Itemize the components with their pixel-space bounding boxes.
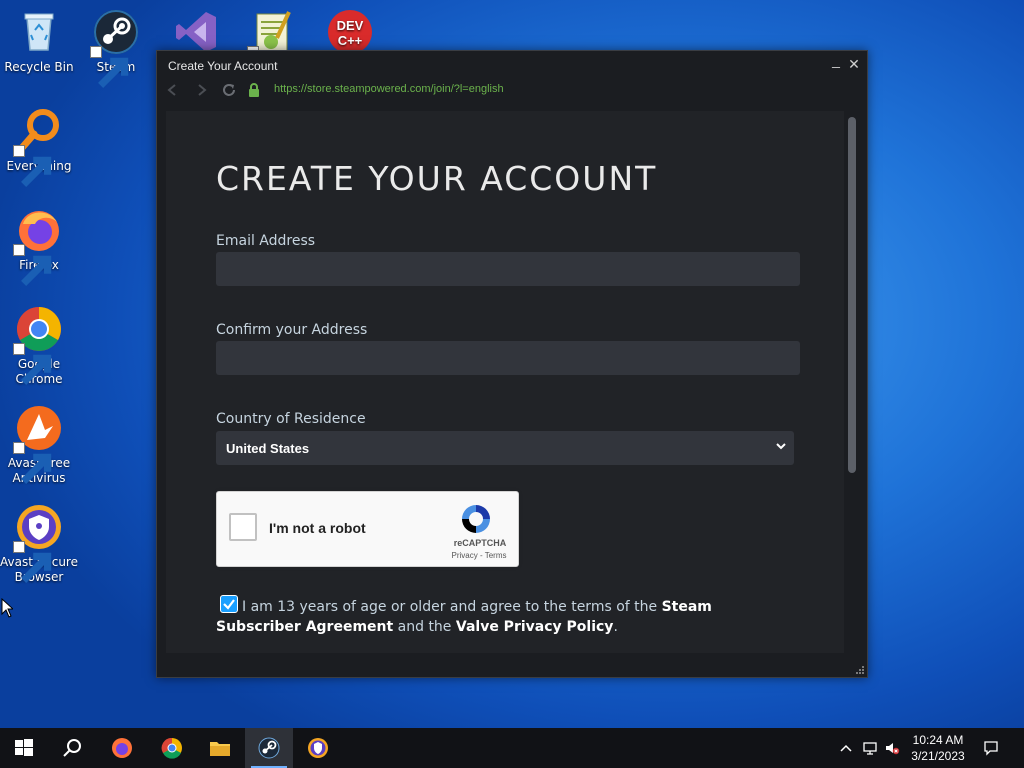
country-select-value: United States xyxy=(226,441,310,456)
folder-icon xyxy=(210,742,230,756)
search-button[interactable] xyxy=(48,728,96,768)
taskbar-firefox[interactable] xyxy=(98,728,146,768)
forward-arrow-icon[interactable] xyxy=(193,81,211,99)
avast-secure-browser-icon xyxy=(13,503,63,583)
country-select[interactable]: United States xyxy=(216,431,794,465)
confirm-email-label: Confirm your Address xyxy=(216,322,368,338)
age-agreement-text: I am 13 years of age or older and agree … xyxy=(216,597,776,637)
avast-secure-browser-icon xyxy=(308,738,328,758)
desktop-icon-avast-antivirus[interactable]: Avast Free Antivirus xyxy=(0,404,78,486)
recaptcha-label: I'm not a robot xyxy=(269,520,366,536)
shortcut-arrow-icon xyxy=(13,442,52,484)
scrollbar-thumb[interactable] xyxy=(848,117,856,473)
chrome-icon xyxy=(13,305,63,385)
back-arrow-icon[interactable] xyxy=(163,81,181,99)
taskbar-clock[interactable]: 10:24 AM 3/21/2023 xyxy=(903,732,973,764)
page-title: CREATE YOUR ACCOUNT xyxy=(216,159,658,198)
taskbar-chrome[interactable] xyxy=(148,728,196,768)
lock-icon xyxy=(245,81,263,99)
recaptcha-privacy-terms-link[interactable]: Privacy - Terms xyxy=(439,551,519,560)
desktop-icon-google-chrome[interactable]: Google Chrome xyxy=(0,305,78,387)
shortcut-arrow-icon xyxy=(13,541,52,583)
taskbar-avast-browser[interactable] xyxy=(294,728,342,768)
shortcut-arrow-icon xyxy=(13,145,52,187)
firefox-icon xyxy=(13,206,63,286)
email-label: Email Address xyxy=(216,233,316,249)
reload-icon[interactable] xyxy=(220,81,238,99)
taskbar: 10:24 AM 3/21/2023 xyxy=(0,728,1024,768)
desktop-icon-avast-browser[interactable]: Avast Secure Browser xyxy=(0,503,78,585)
page-content: CREATE YOUR ACCOUNT Email Address Confir… xyxy=(166,111,844,653)
svg-text:DEV: DEV xyxy=(337,18,364,33)
everything-search-icon xyxy=(13,107,63,187)
desktop-icon-label: Recycle Bin xyxy=(4,60,74,74)
chevron-up-icon[interactable] xyxy=(838,740,854,756)
steam-icon xyxy=(90,8,140,88)
browser-navbar: https://store.steampowered.com/join/?l=e… xyxy=(157,79,867,101)
privacy-policy-link[interactable]: Valve Privacy Policy xyxy=(456,619,614,635)
agreement-text-part-3: . xyxy=(613,619,618,635)
taskbar-steam[interactable] xyxy=(245,728,293,768)
search-icon xyxy=(63,739,81,757)
desktop-icon-steam[interactable]: Steam xyxy=(77,8,155,88)
agreement-text-part-2: and the xyxy=(393,619,456,635)
desktop-icon-recycle-bin[interactable]: Recycle Bin xyxy=(0,8,78,75)
agreement-text-part-1: I am 13 years of age or older and agree … xyxy=(242,599,662,615)
mouse-cursor-icon xyxy=(1,597,15,618)
avast-antivirus-icon xyxy=(13,404,63,484)
minimize-button[interactable]: _ xyxy=(829,53,843,67)
vertical-scrollbar[interactable] xyxy=(846,113,858,651)
clock-date: 3/21/2023 xyxy=(911,749,965,763)
volume-muted-icon[interactable] xyxy=(884,740,900,756)
notifications-icon[interactable] xyxy=(983,740,999,756)
notepad-plus-icon xyxy=(247,8,297,88)
close-button[interactable]: ✕ xyxy=(847,57,861,71)
start-button[interactable] xyxy=(0,728,48,768)
desktop-icon-firefox[interactable]: Firefox xyxy=(0,206,78,286)
recaptcha-logo-icon xyxy=(459,502,493,536)
dev-cpp-icon: DEV C++ xyxy=(326,8,374,56)
window-title: Create Your Account xyxy=(168,59,278,73)
clock-time: 10:24 AM xyxy=(912,733,964,747)
svg-text:C++: C++ xyxy=(338,33,363,48)
shortcut-arrow-icon xyxy=(13,343,52,385)
recycle-bin-icon xyxy=(15,8,63,56)
firefox-icon xyxy=(112,738,132,758)
shortcut-arrow-icon xyxy=(90,46,129,88)
recaptcha-widget: I'm not a robot reCAPTCHA Privacy - Term… xyxy=(216,491,519,567)
recaptcha-checkbox[interactable] xyxy=(229,513,257,541)
country-label: Country of Residence xyxy=(216,411,366,427)
chrome-icon xyxy=(161,737,182,759)
url-text[interactable]: https://store.steampowered.com/join/?l=e… xyxy=(274,83,504,95)
shortcut-arrow-icon xyxy=(13,244,52,286)
resize-grip-icon[interactable] xyxy=(855,665,865,675)
taskbar-file-explorer[interactable] xyxy=(196,728,244,768)
desktop-icon-everything[interactable]: Everything xyxy=(0,107,78,187)
steam-icon xyxy=(258,737,280,759)
recaptcha-brand: reCAPTCHA xyxy=(453,538,507,548)
windows-logo-icon xyxy=(15,739,33,756)
confirm-email-field[interactable] xyxy=(216,341,800,375)
window-titlebar[interactable]: Create Your Account _ ✕ xyxy=(157,51,867,79)
network-icon[interactable] xyxy=(862,740,878,756)
visual-studio-icon xyxy=(172,8,220,56)
email-field[interactable] xyxy=(216,252,800,286)
create-account-window: Create Your Account _ ✕ https://store.st… xyxy=(156,50,868,678)
chevron-down-icon xyxy=(774,439,788,453)
